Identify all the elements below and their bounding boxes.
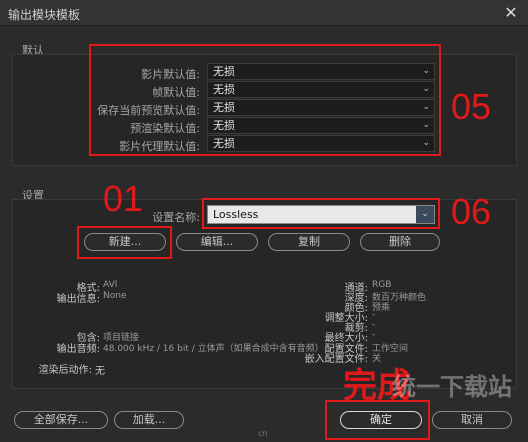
annotation-number-06: 06 [451, 191, 492, 232]
annotation-number-01: 01 [103, 178, 144, 219]
output-info-value: None [103, 291, 127, 301]
annotation-box-defaults [89, 44, 441, 156]
close-icon[interactable]: ✕ [494, 0, 528, 26]
channels-value: RGB [372, 280, 392, 290]
resize-value: - [372, 310, 376, 320]
final-size-value: - [372, 330, 376, 340]
output-audio-label: 输出音频: [56, 344, 100, 355]
load-button[interactable]: 加载... [114, 411, 184, 429]
window-title: 输出模块模板 [8, 8, 81, 22]
post-render-value: 无 [95, 366, 105, 377]
format-value: AVI [103, 280, 118, 290]
preset-name-label: 设置名称: [152, 211, 200, 224]
save-all-button[interactable]: 全部保存... [14, 411, 108, 429]
crop-value: - [372, 320, 376, 330]
edit-button[interactable]: 编辑... [176, 233, 258, 251]
annotation-number-05: 05 [451, 86, 492, 127]
watermark-small: cn [258, 429, 268, 438]
annotation-box-new [77, 226, 172, 259]
output-info-label: 输出信息: [56, 294, 100, 305]
post-render-label: 渲染后动作: [38, 365, 92, 376]
title-bar: 输出模块模板 ✕ [0, 0, 528, 26]
annotation-box-preset [202, 198, 440, 229]
cancel-button[interactable]: 取消 [432, 411, 512, 429]
delete-button[interactable]: 删除 [360, 233, 440, 251]
output-audio-value: 48.000 kHz / 16 bit / 立体声（如果合成中含有音频） [103, 344, 324, 354]
watermark-text: 统一下载站 [392, 373, 512, 401]
duplicate-button[interactable]: 复制 [268, 233, 350, 251]
